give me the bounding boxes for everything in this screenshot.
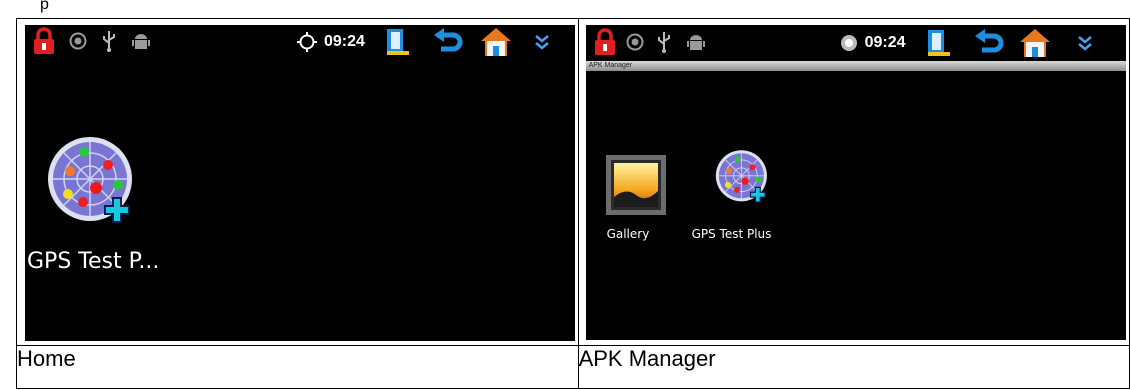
android-debug-icon[interactable]	[686, 32, 706, 52]
apk-manager-title: APK Manager	[588, 62, 633, 69]
settings-dial-icon[interactable]	[69, 32, 87, 50]
android-debug-icon[interactable]	[131, 31, 151, 51]
chevron-down-icon[interactable]	[1076, 34, 1094, 52]
home-caption: Home	[16, 345, 579, 389]
gps-icon[interactable]	[297, 32, 317, 52]
apk-manager-title-bar: APK Manager	[585, 61, 1126, 71]
sim-card-icon[interactable]	[385, 28, 409, 56]
app-label: GPS Test P...	[27, 249, 160, 274]
status-time: 09:24	[324, 33, 365, 50]
home-screenshot-cell: 09:24 GPS Test P...	[16, 18, 579, 346]
apk-manager-caption: APK Manager	[577, 345, 1130, 389]
chevron-down-icon[interactable]	[533, 33, 551, 51]
page-fragment-text: p	[40, 0, 49, 13]
lock-icon[interactable]	[594, 28, 616, 56]
apk-manager-screenshot-cell: 09:24 APK Manager Gallery GPS Test Plus	[577, 18, 1130, 346]
status-time: 09:24	[864, 34, 906, 51]
app-gps-test-plus[interactable]: GPS Test Plus	[692, 149, 792, 245]
screenshot-table: 09:24 GPS Test P... 09:24 APK Manager Ga…	[16, 18, 1130, 389]
gps-test-plus-icon	[48, 137, 132, 223]
back-icon[interactable]	[974, 29, 1006, 57]
lock-icon[interactable]	[33, 27, 55, 55]
status-bar: 09:24	[25, 25, 575, 61]
gps-test-plus-icon	[715, 150, 767, 203]
gps-icon[interactable]	[839, 33, 859, 53]
app-label: GPS Test Plus	[691, 227, 772, 241]
usb-icon[interactable]	[101, 29, 117, 53]
home-screen: 09:24 GPS Test P...	[25, 25, 575, 341]
back-icon[interactable]	[433, 28, 465, 56]
app-label: Gallery	[606, 227, 650, 241]
status-bar: 09:24	[586, 25, 1126, 61]
gallery-icon	[605, 155, 666, 215]
usb-icon[interactable]	[656, 30, 672, 54]
sim-card-icon[interactable]	[926, 29, 950, 57]
app-gallery[interactable]: Gallery	[596, 155, 676, 245]
home-icon[interactable]	[479, 26, 513, 58]
settings-dial-icon[interactable]	[626, 33, 644, 51]
apk-manager-screen: 09:24 APK Manager Gallery GPS Test Plus	[585, 25, 1126, 340]
app-gps-test-plus[interactable]: GPS Test P...	[25, 135, 165, 285]
home-icon[interactable]	[1018, 27, 1052, 59]
